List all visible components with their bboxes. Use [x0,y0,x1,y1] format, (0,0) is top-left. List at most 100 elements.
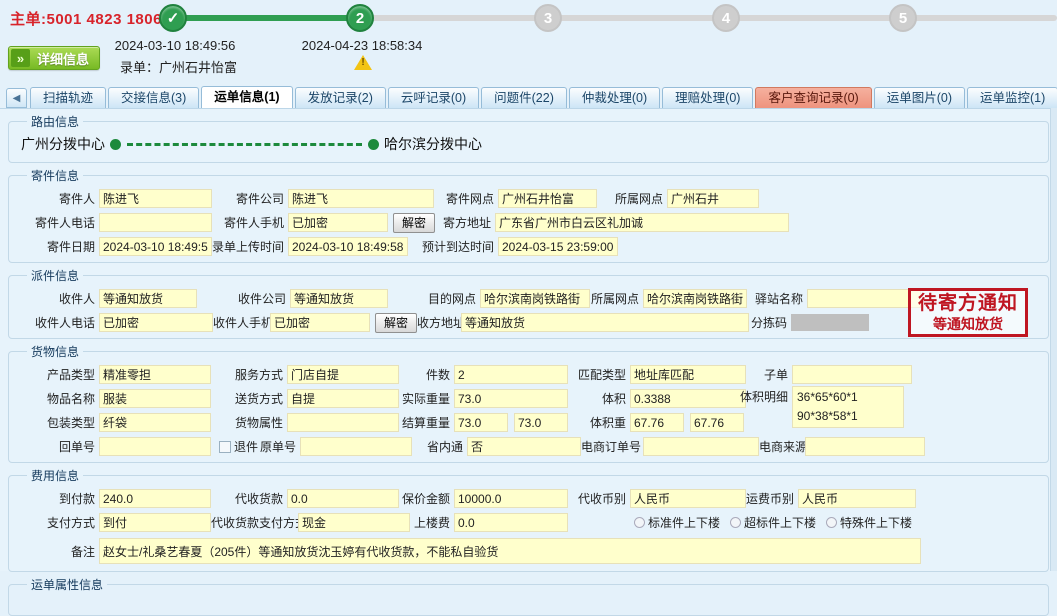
insured-amount-field[interactable] [454,489,568,508]
settle-weight-field-1[interactable] [454,413,508,432]
sender-belong-branch-field[interactable] [667,189,759,208]
cod-currency-field[interactable] [630,489,746,508]
receiver-company-field[interactable] [290,289,388,308]
return-checkbox[interactable] [219,441,231,453]
sender-company-field[interactable] [288,189,434,208]
product-type-field[interactable] [99,365,211,384]
radio-special-updown-icon[interactable] [826,517,837,528]
volume-field[interactable] [630,389,746,408]
step-1-check-icon: ✓ [159,4,187,32]
detail-info-label: 详细信息 [32,49,99,68]
vertical-scrollbar[interactable] [1050,108,1057,571]
tab-waybill-info[interactable]: 运单信息(1) [201,86,292,108]
warning-exclamation: ! [354,57,372,68]
section-title-receiver: 派件信息 [27,267,83,284]
station-name-field[interactable] [807,289,921,308]
step-2-circle: 2 [346,4,374,32]
cod-pay-method-label: 代收货款支付方式 [211,514,298,531]
section-title-attributes: 运单属性信息 [27,576,107,593]
radio-standard-updown-icon[interactable] [634,517,645,528]
receiver-phone-field[interactable] [99,313,213,332]
floor-fee-label: 上楼费 [410,514,454,531]
receiver-address-field[interactable] [461,313,749,332]
match-type-field[interactable] [630,365,746,384]
warning-icon[interactable]: ! [354,55,372,71]
volume-detail-label: 体积明细 [736,386,792,428]
sender-branch-field[interactable] [498,189,597,208]
item-name-field[interactable] [99,389,211,408]
volume-detail-line1: 36*65*60*1 [797,388,899,407]
original-no-label: 原单号 [258,438,300,455]
volume-detail-field[interactable]: 36*65*60*1 90*38*58*1 [792,386,904,428]
radio-oversize-updown-label: 超标件上下楼 [744,514,816,531]
volume-label: 体积 [568,390,630,407]
section-fees: 费用信息 到付款 代收货款 保价金额 代收币别 运费币别 支付方式 代收货款支付… [8,467,1049,572]
topay-field[interactable] [99,489,211,508]
sender-date-field[interactable] [99,237,212,256]
station-name-label: 驿站名称 [747,290,807,307]
receiver-address-label: 收方地址 [417,314,461,331]
receiver-decrypt-button[interactable]: 解密 [375,313,417,333]
tab-waybill-images[interactable]: 运单图片(0) [874,87,965,108]
sender-phone-field[interactable] [99,213,212,232]
tab-claims[interactable]: 理赔处理(0) [662,87,753,108]
radio-special-updown-label: 特殊件上下楼 [840,514,912,531]
freight-currency-field[interactable] [798,489,916,508]
settle-weight-field-2[interactable] [514,413,568,432]
volume-weight-field-1[interactable] [630,413,684,432]
floor-fee-field[interactable] [454,513,568,532]
upload-time-label: 录单上传时间 [212,238,288,255]
sender-mobile-field[interactable] [288,213,388,232]
receiver-name-field[interactable] [99,289,197,308]
volume-detail-group: 体积明细 36*65*60*1 90*38*58*1 [736,386,904,428]
receiver-name-label: 收件人 [15,290,99,307]
tab-bar: ◀ 扫描轨迹 交接信息(3) 运单信息(1) 发放记录(2) 云呼记录(0) 问… [0,85,1057,108]
match-type-label: 匹配类型 [568,366,630,383]
delivery-mode-field[interactable] [287,389,399,408]
tab-handover-info[interactable]: 交接信息(3) [108,87,199,108]
cod-pay-method-field[interactable] [298,513,410,532]
tab-cloud-call-record[interactable]: 云呼记录(0) [388,87,479,108]
header: 主单:5001 4823 1806 » 详细信息 ✓ 2 3 4 5 2024-… [0,0,1057,85]
remark-field[interactable] [99,538,921,564]
pieces-field[interactable] [454,365,568,384]
sender-name-field[interactable] [99,189,212,208]
package-type-field[interactable] [99,413,211,432]
detail-info-button[interactable]: » 详细信息 [8,46,100,70]
cargo-attr-field[interactable] [287,413,399,432]
section-attributes: 运单属性信息 [8,576,1049,616]
section-cargo: 货物信息 体积明细 36*65*60*1 90*38*58*1 产品类型 服务方… [8,343,1049,463]
cod-field[interactable] [287,489,399,508]
sub-order-field[interactable] [792,365,912,384]
receiver-mobile-field[interactable] [270,313,370,332]
sender-phone-label: 寄件人电话 [15,214,99,231]
eta-field[interactable] [498,237,618,256]
receiver-belong-branch-field[interactable] [643,289,747,308]
actual-weight-field[interactable] [454,389,568,408]
notice-stamp: 待寄方通知 等通知放货 [908,288,1028,337]
ecom-order-field[interactable] [643,437,759,456]
route-to: 哈尔滨分拨中心 [384,134,482,154]
tab-customer-query-record[interactable]: 客户查询记录(0) [755,87,871,108]
step-4-circle: 4 [712,4,740,32]
route-dot-end-icon [368,139,379,150]
pay-method-field[interactable] [99,513,211,532]
service-mode-field[interactable] [287,365,399,384]
tab-arbitration[interactable]: 仲裁处理(0) [569,87,660,108]
province-pass-field[interactable] [467,437,581,456]
tab-scroll-left-icon[interactable]: ◀ [6,88,27,108]
receipt-no-field[interactable] [99,437,211,456]
dest-branch-field[interactable] [480,289,590,308]
tab-release-record[interactable]: 发放记录(2) [295,87,386,108]
upload-time-field[interactable] [288,237,408,256]
original-no-field[interactable] [300,437,412,456]
sender-decrypt-button[interactable]: 解密 [393,213,435,233]
tab-problem-pieces[interactable]: 问题件(22) [481,87,567,108]
ecom-source-field[interactable] [805,437,925,456]
tab-waybill-monitor[interactable]: 运单监控(1) [967,87,1057,108]
province-pass-label: 省内通 [412,438,467,455]
tab-scan-track[interactable]: 扫描轨迹 [30,87,106,108]
radio-oversize-updown-icon[interactable] [730,517,741,528]
sender-address-field[interactable] [495,213,789,232]
route-line: 广州分拨中心 哈尔滨分拨中心 [15,131,1042,157]
